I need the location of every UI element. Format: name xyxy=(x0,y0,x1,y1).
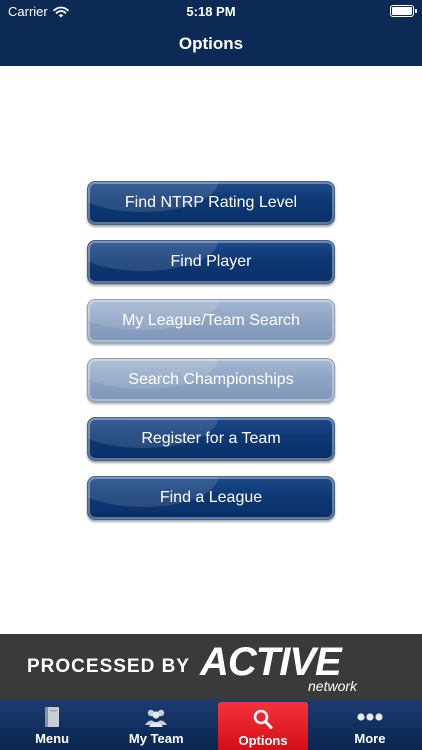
button-label: Find Player xyxy=(170,253,252,270)
book-icon xyxy=(45,707,60,727)
tab-label: More xyxy=(354,731,386,746)
tab-label: Menu xyxy=(35,731,70,746)
tab-label: My Team xyxy=(128,731,184,746)
active-logo: ACTIVE xyxy=(200,640,342,684)
tab-my-team[interactable]: My Team xyxy=(104,700,208,750)
tab-bar: Menu My Team Options More xyxy=(0,700,422,750)
tab-more[interactable]: More xyxy=(318,700,422,750)
status-bar: Carrier 5:18 PM xyxy=(0,0,422,22)
button-label: Register for a Team xyxy=(141,430,281,447)
find-ntrp-rating-button[interactable]: Find NTRP Rating Level xyxy=(87,181,335,225)
page-title: Options xyxy=(178,34,244,53)
battery-icon xyxy=(390,5,417,17)
team-icon xyxy=(145,709,168,727)
network-label: network xyxy=(308,678,358,694)
button-label: Find NTRP Rating Level xyxy=(124,194,298,211)
register-for-team-button[interactable]: Register for a Team xyxy=(87,417,335,461)
processed-by-label: PROCESSED BY xyxy=(27,656,190,677)
active-network-banner: PROCESSED BY ACTIVE network xyxy=(0,634,422,700)
find-player-button[interactable]: Find Player xyxy=(87,240,335,284)
more-icon xyxy=(357,713,383,721)
top-bar: Carrier 5:18 PM Options xyxy=(0,0,422,66)
button-label: Search Championships xyxy=(128,371,294,388)
tab-options[interactable]: Options xyxy=(218,702,308,750)
options-list: Find NTRP Rating Level Find Player My Le… xyxy=(0,66,422,634)
button-label: My League/Team Search xyxy=(122,312,300,329)
tab-menu[interactable]: Menu xyxy=(0,700,104,750)
search-icon xyxy=(253,709,273,729)
tab-label: Options xyxy=(238,733,288,748)
button-label: Find a League xyxy=(159,489,263,506)
status-time: 5:18 PM xyxy=(186,4,236,19)
my-league-team-search-button[interactable]: My League/Team Search xyxy=(87,299,335,343)
find-league-button[interactable]: Find a League xyxy=(87,476,335,520)
search-championships-button[interactable]: Search Championships xyxy=(87,358,335,402)
